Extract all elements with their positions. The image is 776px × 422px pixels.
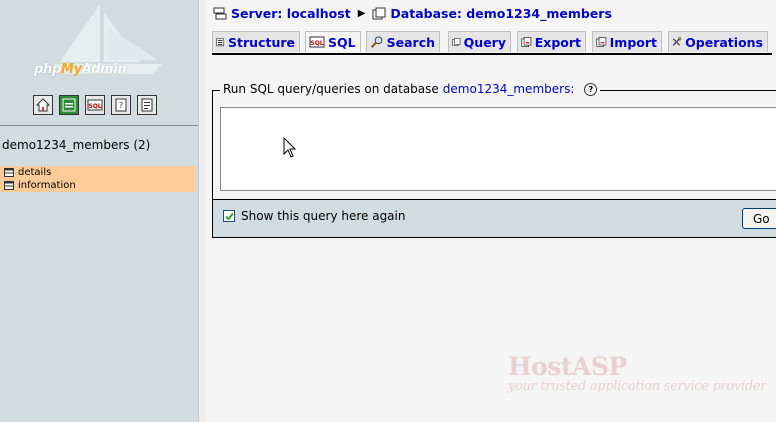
frame-splitter[interactable] bbox=[198, 0, 205, 422]
sql-tab-icon: SQL bbox=[309, 36, 325, 48]
export-icon bbox=[521, 37, 532, 47]
sql-form-footer: Show this query here again Go bbox=[212, 200, 776, 238]
legend-database-link[interactable]: demo1234_members: bbox=[443, 82, 575, 96]
mouse-pointer-icon bbox=[283, 137, 297, 158]
table-item-information[interactable]: information bbox=[0, 179, 196, 192]
go-button[interactable]: Go bbox=[742, 208, 776, 229]
tab-search[interactable]: Search bbox=[366, 31, 440, 52]
tab-export[interactable]: Export bbox=[517, 31, 586, 52]
tab-structure[interactable]: Structure bbox=[212, 31, 300, 52]
database-title-link[interactable]: demo1234_members (2) bbox=[2, 138, 150, 152]
help-icon[interactable]: ? bbox=[584, 82, 598, 96]
query-icon bbox=[452, 37, 461, 47]
hostasp-watermark: HostASP your trusted application service… bbox=[508, 352, 766, 394]
table-item-details[interactable]: details bbox=[0, 166, 196, 179]
sidebar-divider bbox=[0, 125, 198, 126]
tab-sql[interactable]: SQL SQL bbox=[305, 31, 361, 52]
sql-icon[interactable]: SQL bbox=[85, 95, 105, 115]
breadcrumb: Server: localhost ▶ Database: demo1234_m… bbox=[213, 5, 612, 21]
tab-query[interactable]: Query bbox=[448, 31, 511, 52]
table-item-label: details bbox=[18, 167, 52, 178]
docs-icon[interactable]: ? bbox=[111, 95, 131, 115]
show-query-again-option[interactable]: Show this query here again bbox=[223, 209, 405, 223]
table-list: details information bbox=[0, 166, 196, 192]
import-icon bbox=[596, 37, 607, 47]
home-icon[interactable] bbox=[33, 95, 53, 115]
nav-icon-row: SQL ? bbox=[33, 95, 157, 117]
breadcrumb-arrow-icon: ▶ bbox=[357, 7, 366, 19]
watermark-brand: HostASP bbox=[508, 352, 627, 381]
phpmyadmin-logo-text[interactable]: phpMyAdmin bbox=[34, 62, 127, 77]
tab-bar: Structure SQL SQL Search Query Export Im… bbox=[212, 31, 772, 55]
magnifier-icon bbox=[370, 36, 383, 48]
breadcrumb-server[interactable]: Server: localhost bbox=[213, 6, 351, 21]
table-icon[interactable] bbox=[4, 181, 14, 190]
main-frame: Server: localhost ▶ Database: demo1234_m… bbox=[205, 0, 776, 422]
sql-docs-icon[interactable] bbox=[137, 95, 157, 115]
svg-text:SQL: SQL bbox=[88, 103, 101, 110]
tab-operations[interactable]: Operations bbox=[668, 31, 768, 52]
breadcrumb-database[interactable]: Database: demo1234_members bbox=[372, 6, 612, 21]
sql-query-legend: Run SQL query/queries on database demo12… bbox=[220, 82, 601, 96]
navigation-frame: phpMyAdmin SQL ? demo1234_members (2) de… bbox=[0, 0, 198, 422]
watermark-tagline: your trusted application service provide… bbox=[508, 379, 767, 394]
wrench-icon bbox=[672, 37, 682, 46]
show-query-again-checkbox[interactable] bbox=[223, 210, 235, 222]
server-icon bbox=[213, 7, 227, 19]
sql-query-textarea[interactable] bbox=[220, 107, 776, 191]
table-item-label: information bbox=[18, 180, 76, 191]
tab-import[interactable]: Import bbox=[592, 31, 662, 52]
check-icon bbox=[224, 212, 234, 220]
table-icon[interactable] bbox=[4, 168, 14, 177]
svg-text:SQL: SQL bbox=[310, 40, 323, 47]
query-window-icon[interactable] bbox=[59, 95, 79, 115]
svg-text:?: ? bbox=[119, 101, 123, 110]
show-query-again-label: Show this query here again bbox=[241, 209, 406, 223]
structure-icon bbox=[216, 38, 225, 47]
database-icon bbox=[372, 7, 386, 19]
